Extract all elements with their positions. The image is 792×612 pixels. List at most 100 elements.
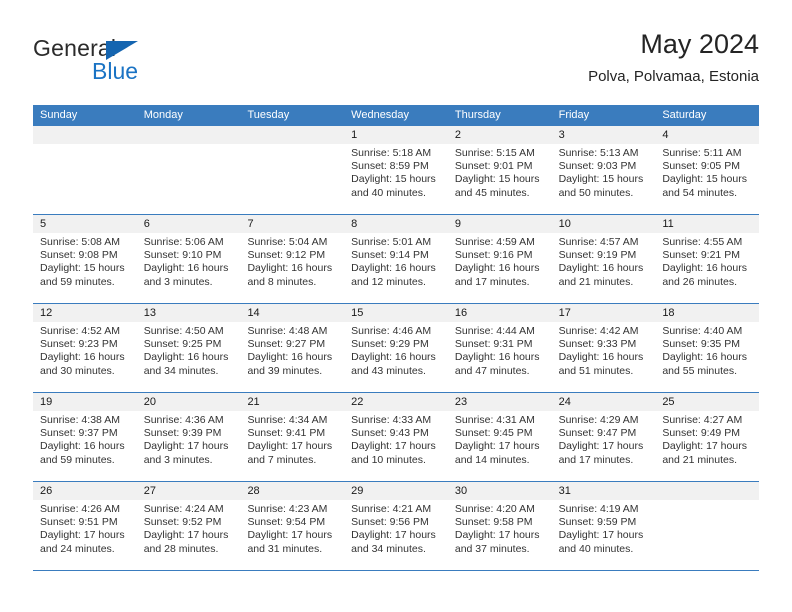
day-cell[interactable]: 21 Sunrise: 4:34 AM Sunset: 9:41 PM Dayligh…	[240, 393, 345, 481]
day-cell[interactable]: 31 Sunrise: 4:19 AM Sunset: 9:59 PM Dayligh…	[551, 482, 656, 570]
day-cell[interactable]: 28 Sunrise: 4:23 AM Sunset: 9:54 PM Dayligh…	[240, 482, 345, 570]
sunset-text: Sunset: 9:49 PM	[662, 427, 740, 440]
daylight-text: Daylight: 17 hours and 34 minutes.	[351, 529, 436, 555]
sunset-text: Sunset: 9:19 PM	[558, 249, 637, 262]
day-info: Sunrise: 4:40 AM Sunset: 9:35 PM Daylight:…	[655, 322, 759, 378]
sunrise-text: Sunrise: 4:59 AM	[454, 236, 535, 248]
general-blue-logo[interactable]: General Blue	[33, 36, 253, 92]
sunset-text: Sunset: 9:47 PM	[558, 427, 637, 440]
sunrise-text: Sunrise: 4:24 AM	[143, 503, 224, 515]
sunset-text: Sunset: 9:14 PM	[351, 249, 429, 262]
day-cell[interactable]: 19 Sunrise: 4:38 AM Sunset: 9:37 PM Dayligh…	[33, 393, 137, 481]
daylight-text: Daylight: 17 hours and 31 minutes.	[247, 529, 333, 555]
daylight-text: Daylight: 16 hours and 39 minutes.	[247, 351, 333, 377]
day-cell[interactable]: 6 Sunrise: 5:06 AM Sunset: 9:10 PM Daylight…	[136, 215, 241, 303]
day-cell[interactable]: 2 Sunrise: 5:15 AM Sunset: 9:01 PM Daylight…	[447, 126, 552, 214]
sunrise-text: Sunrise: 4:44 AM	[454, 325, 535, 337]
day-cell[interactable]: 22 Sunrise: 4:33 AM Sunset: 9:43 PM Dayligh…	[344, 393, 448, 481]
day-cell[interactable]: 23 Sunrise: 4:31 AM Sunset: 9:45 PM Dayligh…	[447, 393, 552, 481]
day-number: 24	[551, 393, 656, 411]
sunset-text: Sunset: 9:05 PM	[662, 160, 740, 173]
day-cell-empty	[136, 126, 241, 214]
sunset-text: Sunset: 9:58 PM	[454, 516, 533, 529]
sunset-text: Sunset: 9:21 PM	[662, 249, 740, 262]
day-number: 20	[136, 393, 241, 411]
day-number: 19	[33, 393, 137, 411]
day-cell[interactable]: 11 Sunrise: 4:55 AM Sunset: 9:21 PM Dayligh…	[655, 215, 760, 303]
day-cell[interactable]: 8 Sunrise: 5:01 AM Sunset: 9:14 PM Daylight…	[344, 215, 448, 303]
sunrise-text: Sunrise: 5:15 AM	[454, 147, 535, 159]
day-cell[interactable]: 10 Sunrise: 4:57 AM Sunset: 9:19 PM Dayligh…	[551, 215, 656, 303]
sunset-text: Sunset: 9:59 PM	[558, 516, 637, 529]
calendar-grid: Sunday Monday Tuesday Wednesday Thursday…	[33, 105, 760, 571]
day-info: Sunrise: 4:36 AM Sunset: 9:39 PM Daylight:…	[137, 411, 241, 467]
daylight-text: Daylight: 16 hours and 21 minutes.	[558, 262, 644, 288]
day-info: Sunrise: 4:21 AM Sunset: 9:56 PM Daylight:…	[344, 500, 448, 556]
daylight-text: Daylight: 17 hours and 21 minutes.	[662, 440, 747, 466]
daylight-text: Daylight: 15 hours and 59 minutes.	[40, 262, 125, 288]
page-title: May 2024	[640, 29, 759, 59]
sunset-text: Sunset: 9:29 PM	[351, 338, 429, 351]
day-info: Sunrise: 4:57 AM Sunset: 9:19 PM Daylight:…	[552, 233, 656, 289]
day-info: Sunrise: 5:08 AM Sunset: 9:08 PM Daylight:…	[33, 233, 137, 289]
day-info: Sunrise: 4:55 AM Sunset: 9:21 PM Daylight:…	[655, 233, 759, 289]
day-number: 18	[655, 304, 760, 322]
day-cell[interactable]: 27 Sunrise: 4:24 AM Sunset: 9:52 PM Dayligh…	[136, 482, 241, 570]
week-row: 19 Sunrise: 4:38 AM Sunset: 9:37 PM Dayligh…	[33, 393, 760, 482]
daylight-text: Daylight: 16 hours and 30 minutes.	[40, 351, 125, 377]
sunset-text: Sunset: 9:56 PM	[351, 516, 429, 529]
sunset-text: Sunset: 8:59 PM	[351, 160, 429, 173]
day-number: 3	[551, 126, 656, 144]
day-cell[interactable]: 15 Sunrise: 4:46 AM Sunset: 9:29 PM Dayligh…	[344, 304, 448, 392]
day-info: Sunrise: 4:26 AM Sunset: 9:51 PM Daylight:…	[33, 500, 137, 556]
day-number: 21	[240, 393, 345, 411]
sunset-text: Sunset: 9:01 PM	[454, 160, 533, 173]
day-info: Sunrise: 4:52 AM Sunset: 9:23 PM Daylight:…	[33, 322, 137, 378]
day-cell[interactable]: 17 Sunrise: 4:42 AM Sunset: 9:33 PM Dayligh…	[551, 304, 656, 392]
weekday-thursday: Thursday	[454, 109, 501, 121]
day-cell[interactable]: 7 Sunrise: 5:04 AM Sunset: 9:12 PM Daylight…	[240, 215, 345, 303]
daylight-text: Daylight: 17 hours and 14 minutes.	[454, 440, 540, 466]
daylight-text: Daylight: 16 hours and 26 minutes.	[662, 262, 747, 288]
location-subtitle: Polva, Polvamaa, Estonia	[588, 68, 759, 85]
day-cell[interactable]: 12 Sunrise: 4:52 AM Sunset: 9:23 PM Dayligh…	[33, 304, 137, 392]
day-cell[interactable]: 26 Sunrise: 4:26 AM Sunset: 9:51 PM Dayligh…	[33, 482, 137, 570]
day-cell[interactable]: 14 Sunrise: 4:48 AM Sunset: 9:27 PM Dayligh…	[240, 304, 345, 392]
day-cell[interactable]: 18 Sunrise: 4:40 AM Sunset: 9:35 PM Dayligh…	[655, 304, 760, 392]
day-cell[interactable]: 13 Sunrise: 4:50 AM Sunset: 9:25 PM Dayligh…	[136, 304, 241, 392]
day-number: 11	[655, 215, 760, 233]
day-cell[interactable]: 5 Sunrise: 5:08 AM Sunset: 9:08 PM Daylight…	[33, 215, 137, 303]
day-number: 27	[136, 482, 241, 500]
sunset-text: Sunset: 9:10 PM	[143, 249, 222, 262]
day-cell[interactable]: 29 Sunrise: 4:21 AM Sunset: 9:56 PM Dayligh…	[344, 482, 448, 570]
day-cell[interactable]: 1 Sunrise: 5:18 AM Sunset: 8:59 PM Daylight…	[344, 126, 448, 214]
day-info: Sunrise: 5:13 AM Sunset: 9:03 PM Daylight:…	[552, 144, 656, 200]
daylight-text: Daylight: 16 hours and 34 minutes.	[143, 351, 229, 377]
day-number: 31	[551, 482, 656, 500]
day-cell[interactable]: 24 Sunrise: 4:29 AM Sunset: 9:47 PM Dayligh…	[551, 393, 656, 481]
sunset-text: Sunset: 9:08 PM	[40, 249, 118, 262]
weekday-monday: Monday	[143, 109, 183, 121]
weeks-container: 1 Sunrise: 5:18 AM Sunset: 8:59 PM Daylight…	[33, 126, 760, 571]
day-cell[interactable]: 16 Sunrise: 4:44 AM Sunset: 9:31 PM Dayligh…	[447, 304, 552, 392]
daylight-text: Daylight: 16 hours and 43 minutes.	[351, 351, 436, 377]
day-cell[interactable]: 4 Sunrise: 5:11 AM Sunset: 9:05 PM Daylight…	[655, 126, 760, 214]
sunrise-text: Sunrise: 4:57 AM	[558, 236, 639, 248]
day-number: 22	[344, 393, 448, 411]
day-cell[interactable]: 3 Sunrise: 5:13 AM Sunset: 9:03 PM Daylight…	[551, 126, 656, 214]
sunset-text: Sunset: 9:43 PM	[351, 427, 429, 440]
sunrise-text: Sunrise: 4:21 AM	[351, 503, 432, 515]
day-number: 7	[240, 215, 345, 233]
day-cell[interactable]: 9 Sunrise: 4:59 AM Sunset: 9:16 PM Daylight…	[447, 215, 552, 303]
day-cell[interactable]: 25 Sunrise: 4:27 AM Sunset: 9:49 PM Dayligh…	[655, 393, 760, 481]
sunrise-text: Sunrise: 5:06 AM	[143, 236, 224, 248]
day-cell[interactable]: 20 Sunrise: 4:36 AM Sunset: 9:39 PM Dayligh…	[136, 393, 241, 481]
day-cell[interactable]: 30 Sunrise: 4:20 AM Sunset: 9:58 PM Dayligh…	[447, 482, 552, 570]
daylight-text: Daylight: 17 hours and 10 minutes.	[351, 440, 436, 466]
day-info: Sunrise: 4:33 AM Sunset: 9:43 PM Daylight:…	[344, 411, 448, 467]
sunset-text: Sunset: 9:39 PM	[143, 427, 222, 440]
daylight-text: Daylight: 17 hours and 28 minutes.	[143, 529, 229, 555]
daylight-text: Daylight: 17 hours and 40 minutes.	[558, 529, 644, 555]
day-info: Sunrise: 4:24 AM Sunset: 9:52 PM Daylight:…	[137, 500, 241, 556]
sunset-text: Sunset: 9:23 PM	[40, 338, 118, 351]
